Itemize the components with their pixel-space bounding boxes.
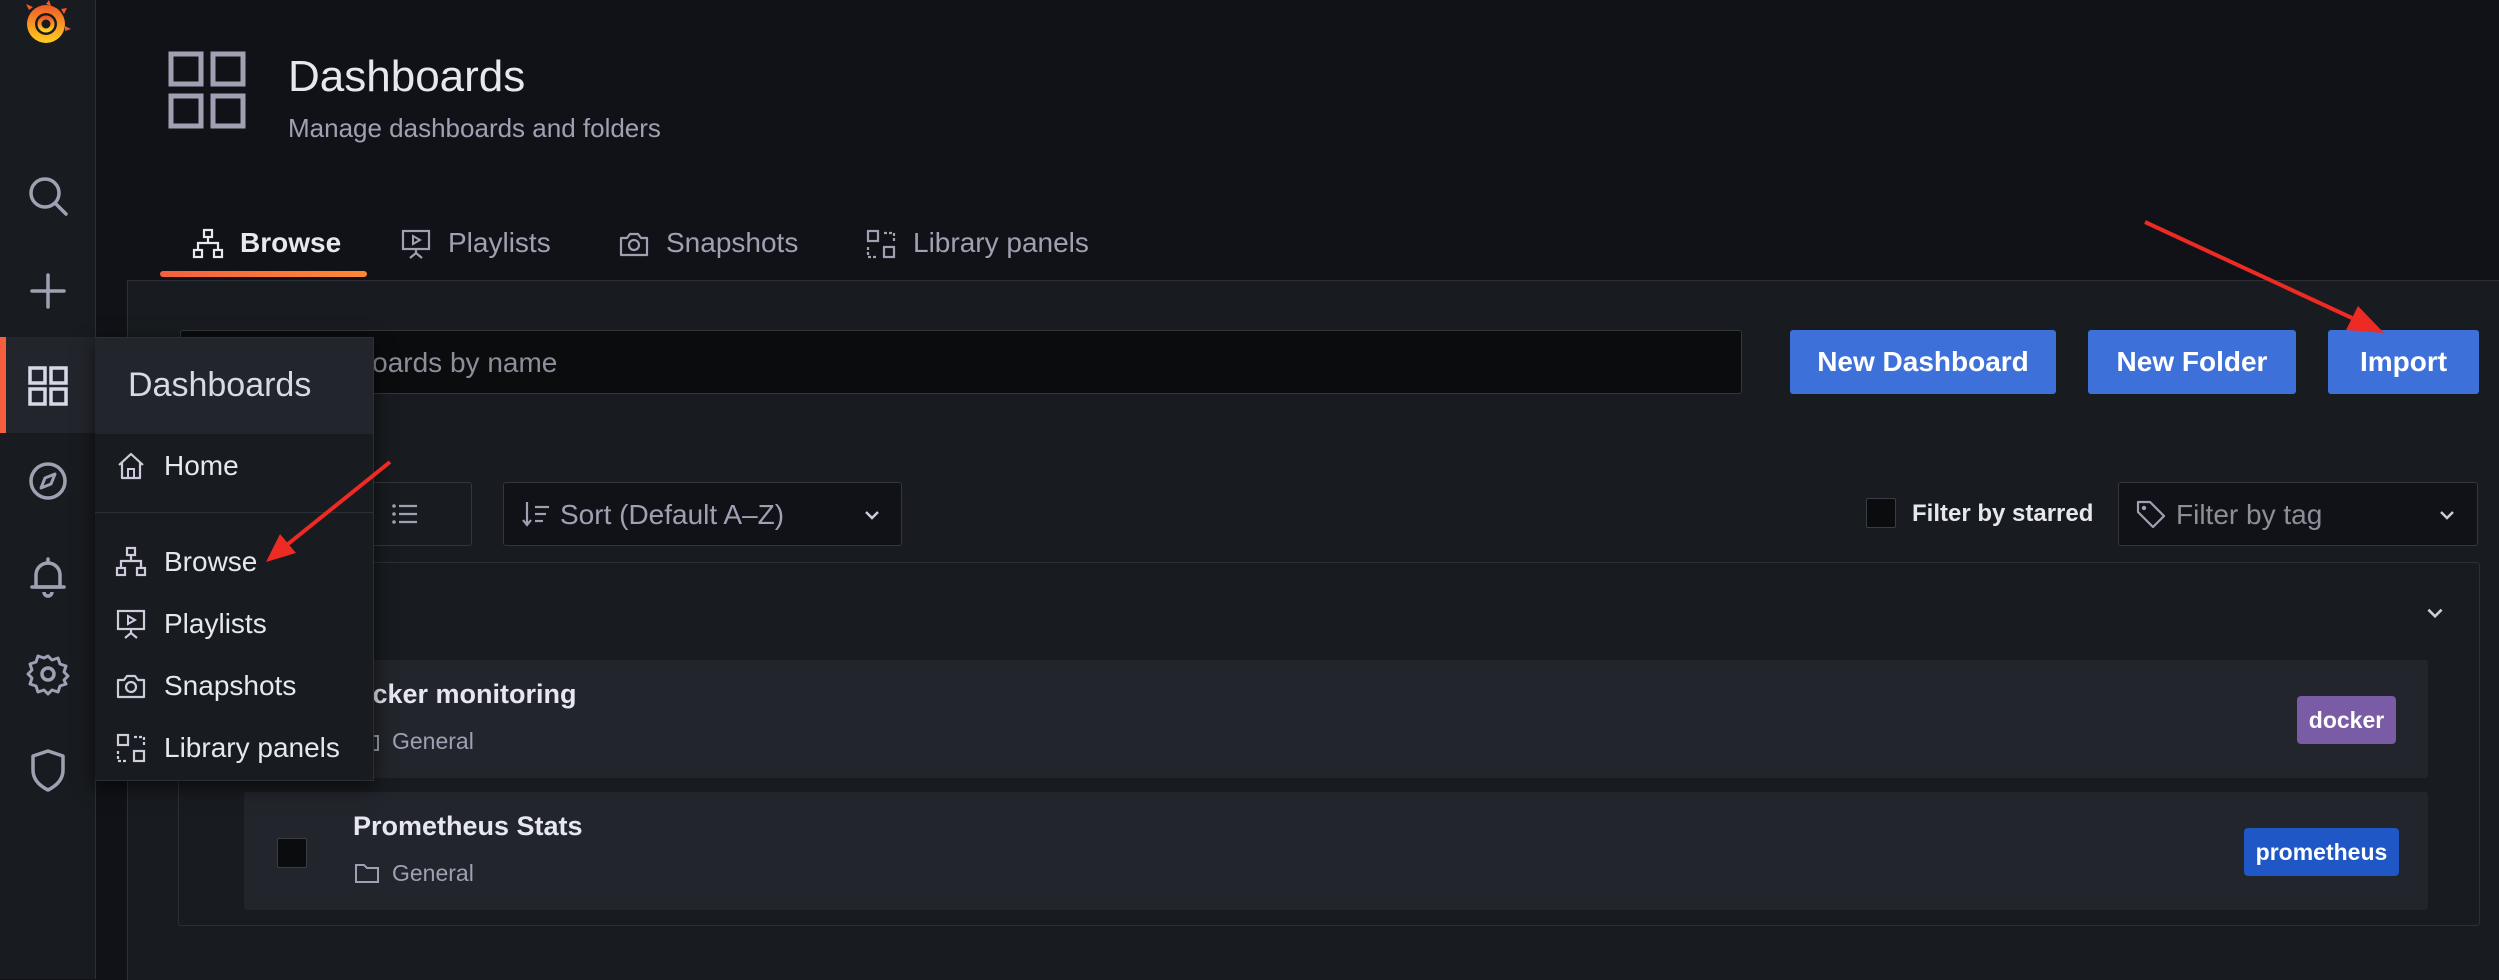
search-icon[interactable] [24,172,72,220]
tab-label: Snapshots [666,227,799,258]
dashboards-grid-icon[interactable] [24,362,72,410]
dashboard-title[interactable]: Prometheus Stats [353,811,583,842]
menu-item-library-panels[interactable]: Library panels [95,720,373,776]
menu-item-label: Library panels [164,732,340,763]
tab-library-panels[interactable]: Library panels [865,222,1095,278]
sitemap-icon [115,546,147,577]
sort-select[interactable]: Sort (Default A–Z) [503,482,902,546]
tab-label: Library panels [913,227,1089,258]
plus-icon[interactable] [24,267,72,315]
menu-item-label: Browse [164,546,258,577]
dashboard-folder: General [392,860,474,886]
folder-icon [355,864,379,883]
dashboards-flyout-menu: Dashboards Home Browse Playlists Snapsho… [95,337,374,781]
library-panels-icon [866,229,896,259]
page-title: Dashboards [288,52,526,101]
side-nav [0,0,96,979]
tag-badge[interactable]: prometheus [2244,828,2399,876]
menu-item-label: Home [164,450,239,481]
tab-label: Browse [240,227,342,258]
camera-icon [619,232,649,257]
menu-divider [95,512,373,513]
new-dashboard-button[interactable]: New Dashboard [1790,330,2056,394]
tag-filter-select[interactable]: Filter by tag [2118,482,2478,546]
list-icon [392,504,417,524]
import-button[interactable]: Import [2328,330,2479,394]
dashboard-row[interactable]: Prometheus Stats General prometheus [244,792,2428,910]
chevron-down-icon[interactable] [2424,602,2446,624]
page-subtitle: Manage dashboards and folders [288,113,661,143]
grafana-logo-icon[interactable] [20,0,72,52]
menu-item-playlists[interactable]: Playlists [95,596,373,652]
compass-icon[interactable] [24,457,72,505]
tag-filter-placeholder: Filter by tag [2176,499,2323,530]
dashboards-grid-icon [168,51,246,129]
tag-icon [2136,500,2166,529]
menu-item-snapshots[interactable]: Snapshots [95,658,373,714]
flyout-title: Dashboards [128,366,312,404]
menu-item-label: Playlists [164,608,267,639]
library-panels-icon [116,733,146,763]
chevron-down-icon [2440,511,2454,520]
dashboard-title[interactable]: ocker monitoring [356,679,577,710]
sort-label: Sort (Default A–Z) [560,499,785,530]
presentation-icon [116,609,146,639]
tab-playlists[interactable]: Playlists [400,222,570,278]
bell-icon[interactable] [24,553,72,601]
nav-active-indicator [0,337,6,433]
dashboard-checkbox[interactable] [277,838,307,868]
chevron-down-icon [865,511,879,520]
sitemap-icon [192,228,224,259]
flyout-header[interactable]: Dashboards [95,338,373,434]
shield-icon[interactable] [24,746,72,794]
tag-badge[interactable]: docker [2297,696,2396,744]
dashboard-row[interactable]: ocker monitoring General docker [244,660,2428,778]
dashboard-folder: General [392,728,474,754]
tab-snapshots[interactable]: Snapshots [618,222,808,278]
active-tab-indicator [160,271,367,277]
tab-label: Playlists [448,227,551,258]
menu-item-browse[interactable]: Browse [95,534,373,590]
search-input[interactable]: hboards by name [180,330,1742,394]
home-icon [118,452,144,480]
menu-item-label: Snapshots [164,670,297,701]
starred-filter-label: Filter by starred [1912,500,2094,527]
new-folder-button[interactable]: New Folder [2088,330,2296,394]
sort-amount-icon [522,502,549,527]
gear-icon[interactable] [24,650,72,698]
tab-browse[interactable]: Browse [192,222,367,278]
presentation-icon [401,229,431,259]
camera-icon [116,674,146,699]
menu-item-home[interactable]: Home [95,438,373,494]
starred-checkbox[interactable] [1866,498,1896,528]
